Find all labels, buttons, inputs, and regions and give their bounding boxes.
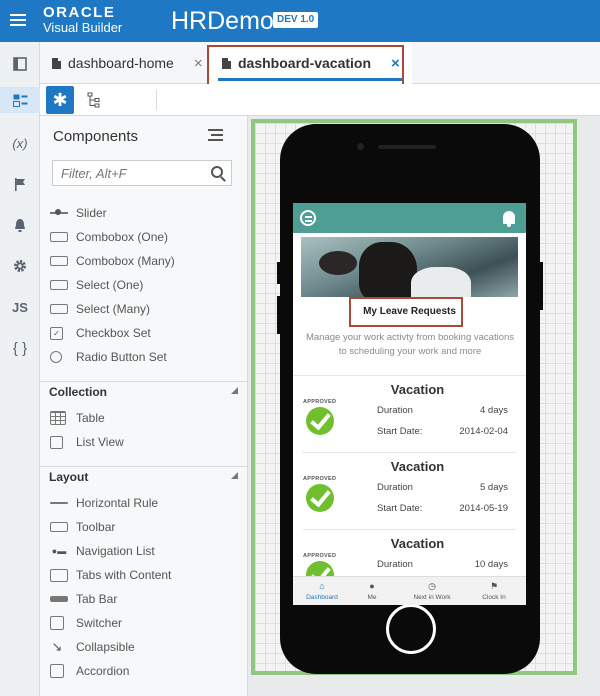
component-combobox-many[interactable]: Combobox (Many) [50, 251, 175, 271]
pages-icon[interactable] [0, 87, 40, 113]
select-icon [50, 280, 68, 290]
nav-item-me[interactable]: ● Me [343, 577, 401, 605]
combobox-icon [50, 256, 68, 266]
component-select-many[interactable]: Select (Many) [50, 299, 150, 319]
component-switcher[interactable]: Switcher [50, 613, 122, 633]
component-collapsible[interactable]: ↘ Collapsible [50, 637, 135, 657]
approved-check-icon [306, 484, 334, 512]
switcher-icon [50, 616, 64, 630]
home-button [386, 604, 436, 654]
navigator-icon[interactable] [0, 51, 40, 77]
bell-icon[interactable] [0, 212, 40, 238]
toolbar-divider [156, 90, 157, 110]
person-icon: ● [369, 581, 375, 591]
tab-bar-icon [50, 596, 68, 602]
slider-icon [50, 209, 68, 216]
design-mode-button[interactable]: ✱ [46, 86, 74, 114]
tab-dashboard-home[interactable]: dashboard-home × [52, 42, 203, 84]
app-name: HRDemo [171, 7, 274, 35]
version-badge: DEV 1.0 [273, 12, 319, 28]
hamburger-menu-icon[interactable] [10, 14, 26, 26]
collapse-arrow-icon[interactable] [231, 387, 238, 394]
vacation-card[interactable]: Vacation APPROVED Duration 4 days Start … [303, 377, 516, 453]
combobox-icon [50, 232, 68, 242]
component-slider[interactable]: Slider [50, 203, 107, 223]
json-icon[interactable]: { } [0, 335, 40, 361]
section-divider [40, 381, 247, 382]
page-icon [52, 57, 61, 69]
component-select-one[interactable]: Select (One) [50, 275, 143, 295]
tab-label: dashboard-home [68, 55, 174, 71]
component-navigation-list[interactable]: ●▬ Navigation List [50, 541, 155, 561]
collapse-arrow-icon[interactable] [231, 472, 238, 479]
status-badge: APPROVED [303, 476, 337, 482]
status-badge: APPROVED [303, 399, 337, 405]
mobile-screen[interactable]: My Leave Requests Manage your work activ… [293, 203, 526, 605]
filter-placeholder: Filter, Alt+F [61, 166, 127, 181]
nav-item-clock-in[interactable]: ⚑ Clock In [465, 577, 523, 605]
search-icon[interactable] [211, 166, 223, 178]
notification-bell-icon[interactable] [503, 211, 515, 227]
settings-icon[interactable] [0, 253, 40, 279]
radio-icon [50, 351, 62, 363]
hero-image [301, 237, 518, 297]
structure-view-button[interactable] [80, 86, 108, 114]
section-divider [40, 466, 247, 467]
panel-menu-icon[interactable] [208, 129, 223, 141]
home-icon: ⌂ [319, 581, 325, 591]
variables-icon[interactable]: (x) [0, 130, 40, 156]
panel-title: Components [53, 128, 139, 145]
component-horizontal-rule[interactable]: Horizontal Rule [50, 493, 158, 513]
close-icon[interactable]: × [194, 55, 203, 72]
component-tabs-with-content[interactable]: Tabs with Content [50, 565, 171, 585]
tabs-with-content-icon [50, 568, 68, 582]
component-combobox-one[interactable]: Combobox (One) [50, 227, 168, 247]
collapsible-icon: ↘ [51, 639, 63, 654]
section-layout[interactable]: Layout [40, 466, 247, 488]
title-highlight-box [349, 297, 463, 327]
camera-icon [357, 143, 364, 150]
leave-requests-description: Manage your work activty from booking va… [305, 332, 515, 357]
tab-highlight-box [207, 45, 404, 86]
component-tab-bar[interactable]: Tab Bar [50, 589, 117, 609]
speaker-icon [378, 145, 436, 149]
mobile-nav-bar: ⌂ Dashboard ● Me ◷ Next in Work ⚑ Clock … [293, 576, 526, 605]
js-icon[interactable]: JS [0, 294, 40, 320]
component-accordion[interactable]: Accordion [50, 661, 129, 681]
nav-item-next-in-work[interactable]: ◷ Next in Work [403, 577, 461, 605]
component-toolbar[interactable]: Toolbar [50, 517, 115, 537]
designer-toolbar: ✱ [40, 84, 600, 116]
flag-icon[interactable] [0, 171, 40, 197]
approved-check-icon [306, 407, 334, 435]
oracle-logo: ORACLE Visual Builder [43, 4, 123, 35]
table-icon [50, 411, 66, 425]
filter-input[interactable]: Filter, Alt+F [52, 160, 232, 186]
list-view-icon [50, 435, 63, 449]
components-panel: Components Filter, Alt+F Slider Combobox… [40, 116, 248, 696]
app-header: ORACLE Visual Builder HRDemo DEV 1.0 [0, 0, 600, 42]
checkbox-icon: ✓ [50, 326, 63, 340]
flag-icon: ⚑ [489, 581, 499, 591]
left-rail: (x) JS { } [0, 42, 40, 696]
status-badge: APPROVED [303, 553, 337, 559]
clock-icon: ◷ [428, 581, 436, 591]
section-collection[interactable]: Collection [40, 381, 247, 403]
component-radio-button-set[interactable]: Radio Button Set [50, 347, 167, 367]
menu-icon[interactable] [300, 210, 316, 226]
divider [293, 375, 526, 376]
horizontal-rule-icon [50, 502, 68, 504]
component-table[interactable]: Table [50, 408, 105, 428]
select-icon [50, 304, 68, 314]
mobile-app-bar [293, 203, 526, 233]
navigation-list-icon: ●▬ [51, 546, 67, 556]
component-checkbox-set[interactable]: ✓ Checkbox Set [50, 323, 151, 343]
component-list-view[interactable]: List View [50, 432, 124, 452]
toolbar-icon [50, 522, 68, 532]
accordion-icon [50, 664, 64, 678]
vacation-card[interactable]: Vacation APPROVED Duration 5 days Start … [303, 454, 516, 530]
